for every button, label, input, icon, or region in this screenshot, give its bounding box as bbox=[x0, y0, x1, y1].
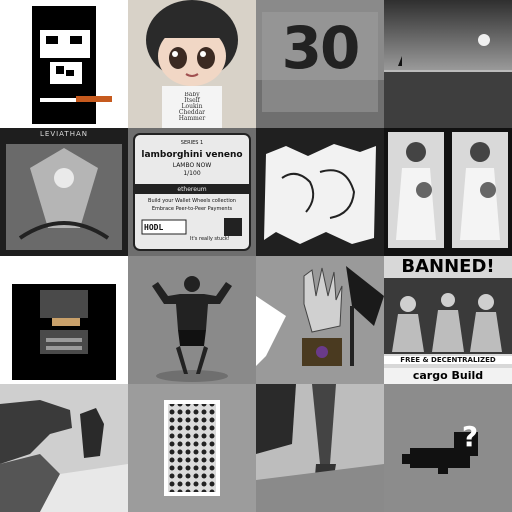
poster-slogan: FREE & DECENTRALIZED bbox=[384, 356, 512, 364]
graffiti-number: 30 bbox=[281, 14, 361, 82]
tile-rocky-coast bbox=[0, 384, 128, 512]
question-mark: ? bbox=[461, 420, 479, 453]
tile-banned-poster: BANNED! FREE & DECENTRALIZED cargo Build bbox=[384, 256, 512, 384]
bodybuilder-icon bbox=[128, 256, 256, 384]
tile-vintage-bride bbox=[384, 128, 512, 256]
image-grid: Baby Itself Loukin Cheddar Hammer 30 LEV… bbox=[0, 0, 512, 512]
tile-pixel-skull bbox=[0, 0, 128, 128]
doodle-icon bbox=[256, 128, 384, 256]
tagline-2: Embrace Peer-to-Peer Payments bbox=[151, 206, 233, 212]
question-bird-icon bbox=[384, 384, 512, 512]
coast-icon bbox=[0, 384, 128, 512]
network: ethereum bbox=[177, 186, 207, 193]
walker-icon bbox=[256, 384, 384, 512]
shirt-text: Baby Itself Loukin Cheddar Hammer bbox=[178, 92, 206, 122]
tile-sunset-sea bbox=[384, 0, 512, 128]
banned-headline: BANNED! bbox=[401, 256, 495, 277]
hodl-label: HODL bbox=[144, 223, 164, 232]
tile-robot-hand bbox=[256, 256, 384, 384]
series-label: SERIES 1 bbox=[180, 140, 204, 146]
lambo-now: LAMBO NOW bbox=[172, 162, 212, 169]
tile-question-bird: ? bbox=[384, 384, 512, 512]
tile-graffiti: 30 bbox=[256, 0, 384, 128]
sailboat-icon bbox=[384, 0, 512, 128]
robot-hand-icon bbox=[256, 256, 384, 384]
angel-icon bbox=[0, 128, 128, 256]
poster-footer: cargo Build bbox=[412, 369, 484, 382]
pixel-skull-icon bbox=[0, 0, 128, 128]
pixel-helmet-icon bbox=[0, 256, 128, 384]
edition: 1/100 bbox=[183, 170, 201, 177]
tile-lambo-ticket: SERIES 1 lamborghini veneno LAMBO NOW 1/… bbox=[128, 128, 256, 256]
tile-leviathan: LEVIATHAN bbox=[0, 128, 128, 256]
tagline-1: Build your Wallet Wheels collection bbox=[148, 198, 236, 204]
tile-anime-girl: Baby Itself Loukin Cheddar Hammer bbox=[128, 0, 256, 128]
card-icon bbox=[128, 384, 256, 512]
tile-street-walker bbox=[256, 384, 384, 512]
stuck-note: It's really stuck! bbox=[190, 236, 230, 242]
tile-bodybuilder bbox=[128, 256, 256, 384]
tile-pixel-helmet bbox=[0, 256, 128, 384]
card-title: LEVIATHAN bbox=[40, 130, 88, 138]
tile-doodle bbox=[256, 128, 384, 256]
tile-patterned-card bbox=[128, 384, 256, 512]
lambo-title: lamborghini veneno bbox=[141, 150, 243, 160]
bride-icon bbox=[384, 128, 512, 256]
